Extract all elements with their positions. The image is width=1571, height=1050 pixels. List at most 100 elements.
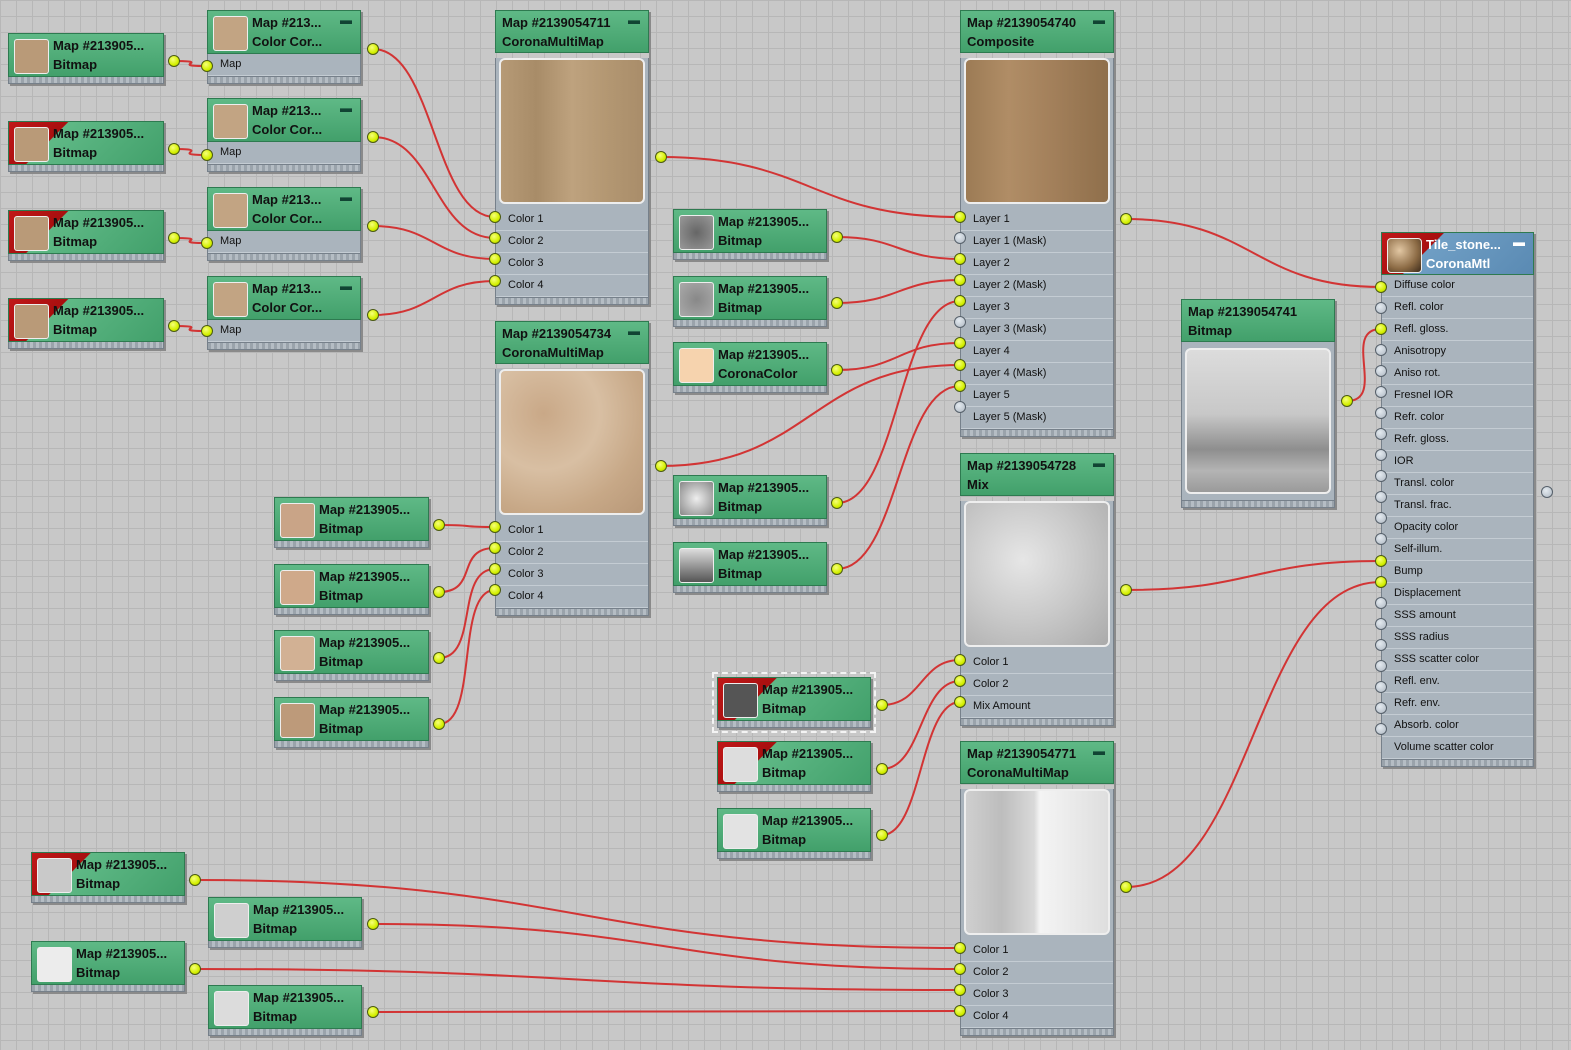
- connection-wire[interactable]: [1125, 218, 1382, 288]
- output-socket[interactable]: [168, 232, 180, 244]
- output-socket[interactable]: [367, 131, 379, 143]
- output-socket[interactable]: [1120, 881, 1132, 893]
- input-slot[interactable]: Color 2: [961, 674, 1113, 696]
- node-header[interactable]: Map #213905... Bitmap: [717, 677, 871, 721]
- input-slot[interactable]: Layer 4 (Mask): [961, 363, 1113, 385]
- node-graph-canvas[interactable]: Map #213905... Bitmap Map #213905... Bit…: [0, 0, 1571, 1050]
- input-slot[interactable]: Volume scatter color: [1382, 737, 1533, 759]
- input-socket[interactable]: [1375, 344, 1387, 356]
- output-socket[interactable]: [831, 231, 843, 243]
- input-slot[interactable]: Anisotropy: [1382, 341, 1533, 363]
- input-slot-map[interactable]: Map: [208, 320, 360, 342]
- input-socket[interactable]: [954, 253, 966, 265]
- node-header[interactable]: Map #2139054741 Bitmap: [1181, 299, 1335, 342]
- multimap-node[interactable]: Map #2139054771 CoronaMultiMap ▬ Color 1…: [960, 741, 1114, 1036]
- output-socket[interactable]: [367, 918, 379, 930]
- input-socket[interactable]: [954, 1005, 966, 1017]
- input-socket[interactable]: [1375, 576, 1387, 588]
- bitmap-node[interactable]: Map #213905... Bitmap: [208, 897, 362, 948]
- connection-wire[interactable]: [881, 701, 961, 836]
- connection-wire[interactable]: [836, 300, 961, 504]
- minimize-icon[interactable]: ▬: [1093, 454, 1105, 473]
- input-slot[interactable]: Layer 5 (Mask): [961, 407, 1113, 429]
- input-slot[interactable]: Layer 5: [961, 385, 1113, 407]
- input-socket[interactable]: [954, 696, 966, 708]
- bitmap-node[interactable]: Map #213905... Bitmap: [274, 630, 429, 681]
- input-socket[interactable]: [954, 963, 966, 975]
- bitmap-node[interactable]: Map #213905... Bitmap: [8, 298, 164, 349]
- input-slot[interactable]: Mix Amount: [961, 696, 1113, 718]
- input-slot[interactable]: Color 4: [496, 275, 648, 297]
- input-socket[interactable]: [954, 675, 966, 687]
- input-socket[interactable]: [1375, 407, 1387, 419]
- node-header[interactable]: Map #213905... Bitmap: [31, 852, 185, 896]
- connection-wire[interactable]: [1125, 560, 1382, 591]
- connection-wire[interactable]: [660, 156, 961, 218]
- minimize-icon[interactable]: ▬: [1093, 742, 1105, 761]
- output-socket[interactable]: [168, 320, 180, 332]
- minimize-icon[interactable]: ▬: [1093, 11, 1105, 30]
- input-socket[interactable]: [1375, 323, 1387, 335]
- bitmap-node[interactable]: Map #213905... Bitmap: [8, 210, 164, 261]
- connection-wire[interactable]: [372, 225, 496, 260]
- input-socket[interactable]: [1375, 449, 1387, 461]
- input-socket[interactable]: [1375, 702, 1387, 714]
- connection-wire[interactable]: [372, 136, 496, 239]
- input-socket[interactable]: [954, 942, 966, 954]
- minimize-icon[interactable]: ▬: [628, 11, 640, 30]
- minimize-icon[interactable]: ▬: [628, 322, 640, 341]
- input-slot[interactable]: Refl. color: [1382, 297, 1533, 319]
- input-socket[interactable]: [1375, 470, 1387, 482]
- bitmap-node[interactable]: Map #213905... Bitmap: [274, 564, 429, 615]
- input-socket[interactable]: [1375, 533, 1387, 545]
- input-slot[interactable]: Refl. gloss.: [1382, 319, 1533, 341]
- node-header[interactable]: Map #213905... Bitmap: [208, 897, 362, 941]
- output-socket[interactable]: [189, 874, 201, 886]
- connection-wire[interactable]: [836, 236, 961, 260]
- input-socket[interactable]: [954, 380, 966, 392]
- input-slot[interactable]: Color 1: [961, 652, 1113, 674]
- output-socket[interactable]: [433, 519, 445, 531]
- input-slot[interactable]: Absorb. color: [1382, 715, 1533, 737]
- bitmap-node[interactable]: Map #213905... Bitmap: [31, 852, 185, 903]
- input-slot-map[interactable]: Map: [208, 54, 360, 76]
- bitmap-node[interactable]: Map #213905... Bitmap: [673, 209, 827, 260]
- input-slot[interactable]: Color 2: [496, 542, 648, 564]
- minimize-icon[interactable]: ▬: [340, 188, 352, 207]
- output-socket[interactable]: [367, 220, 379, 232]
- output-socket[interactable]: [1341, 395, 1353, 407]
- input-socket[interactable]: [1375, 597, 1387, 609]
- connection-wire[interactable]: [836, 385, 961, 570]
- connection-wire[interactable]: [438, 568, 496, 659]
- input-slot[interactable]: Transl. frac.: [1382, 495, 1533, 517]
- bitmap-node[interactable]: Map #213905... Bitmap: [8, 121, 164, 172]
- input-socket[interactable]: [1541, 486, 1553, 498]
- node-header[interactable]: Map #2139054771 CoronaMultiMap ▬: [960, 741, 1114, 784]
- bitmap-node[interactable]: Map #213905... Bitmap: [717, 808, 871, 859]
- input-socket[interactable]: [1375, 428, 1387, 440]
- output-socket[interactable]: [367, 43, 379, 55]
- input-slot[interactable]: Refr. env.: [1382, 693, 1533, 715]
- input-slot[interactable]: Color 3: [961, 984, 1113, 1006]
- composite-node[interactable]: Map #2139054740 Composite ▬ Layer 1 Laye…: [960, 10, 1114, 437]
- input-socket[interactable]: [954, 211, 966, 223]
- bitmap-node[interactable]: Map #213905... Bitmap: [673, 276, 827, 327]
- input-slot[interactable]: Color 1: [496, 209, 648, 231]
- input-slot[interactable]: Layer 2: [961, 253, 1113, 275]
- input-socket[interactable]: [201, 237, 213, 249]
- input-socket[interactable]: [1375, 386, 1387, 398]
- node-header[interactable]: Map #213... Color Cor... ▬: [207, 98, 361, 142]
- bitmap-node[interactable]: Map #213905... Bitmap: [31, 941, 185, 992]
- connection-wire[interactable]: [438, 589, 496, 725]
- output-socket[interactable]: [367, 1006, 379, 1018]
- connection-wire[interactable]: [1125, 581, 1382, 888]
- input-slot[interactable]: Layer 3 (Mask): [961, 319, 1113, 341]
- multimap-node[interactable]: Map #2139054734 CoronaMultiMap ▬ Color 1…: [495, 321, 649, 616]
- input-slot[interactable]: Layer 3: [961, 297, 1113, 319]
- output-socket[interactable]: [831, 297, 843, 309]
- node-header[interactable]: Map #213905... Bitmap: [274, 497, 429, 541]
- output-socket[interactable]: [367, 309, 379, 321]
- input-slot[interactable]: Layer 2 (Mask): [961, 275, 1113, 297]
- bitmap-node[interactable]: Map #213905... Bitmap: [712, 672, 876, 733]
- node-header[interactable]: Map #213905... Bitmap: [8, 121, 164, 165]
